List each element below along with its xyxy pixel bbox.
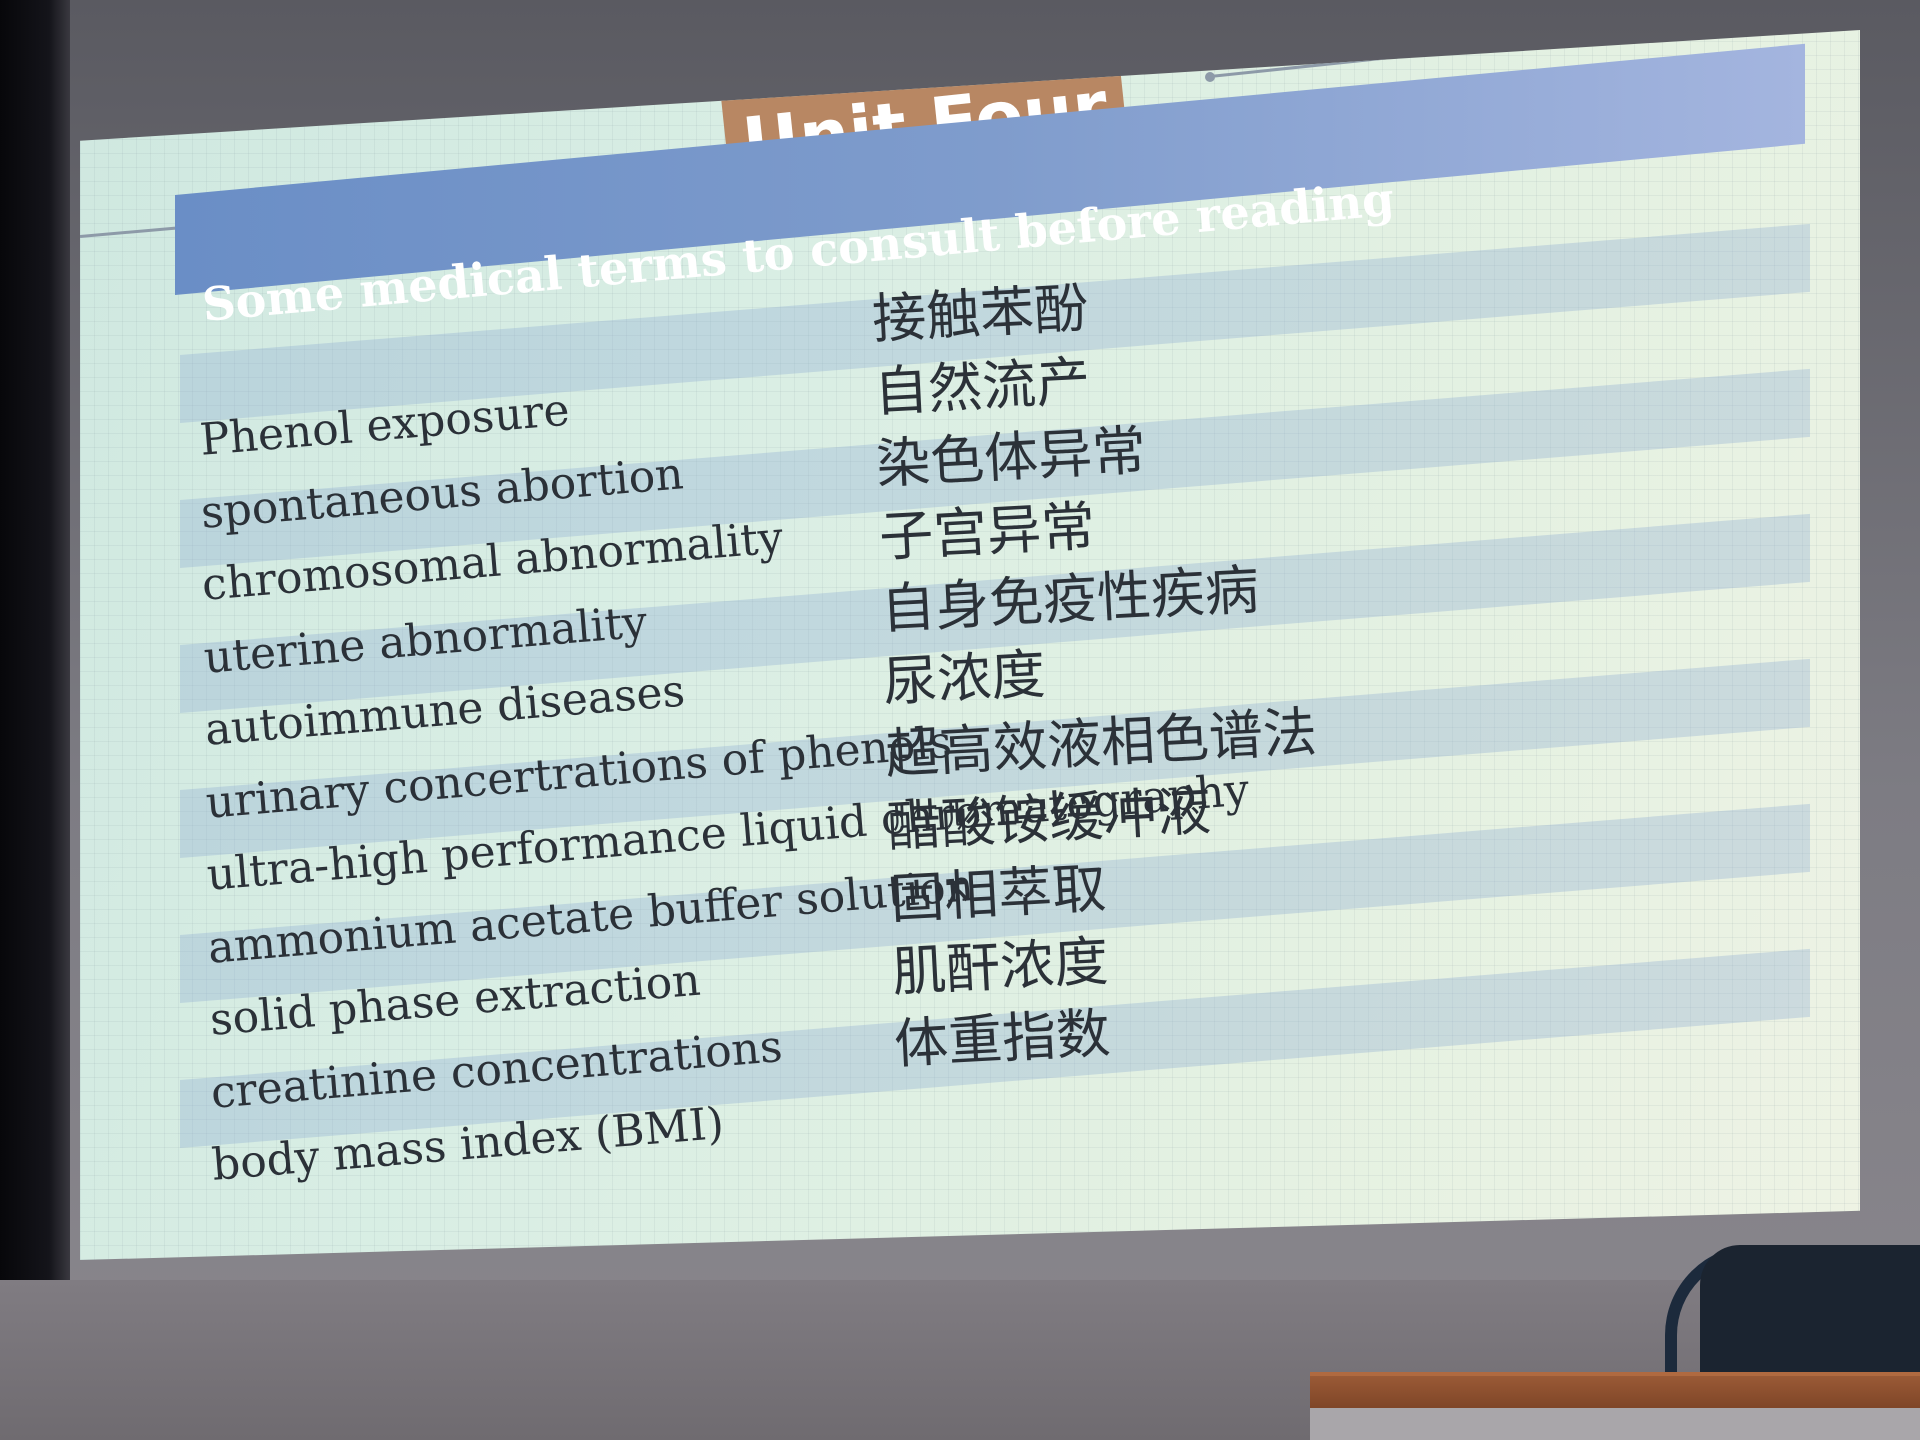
term-chinese: 体重指数 — [892, 1001, 1112, 1076]
podium-top — [1310, 1372, 1920, 1412]
photo-scene: Unit Four Some medical terms to consult … — [0, 0, 1920, 1440]
projected-slide: Unit Four Some medical terms to consult … — [80, 30, 1860, 1260]
decor-dot-right — [1205, 72, 1215, 82]
podium-base — [1310, 1408, 1920, 1440]
room-dark-edge — [0, 0, 70, 1440]
bag — [1700, 1245, 1920, 1375]
